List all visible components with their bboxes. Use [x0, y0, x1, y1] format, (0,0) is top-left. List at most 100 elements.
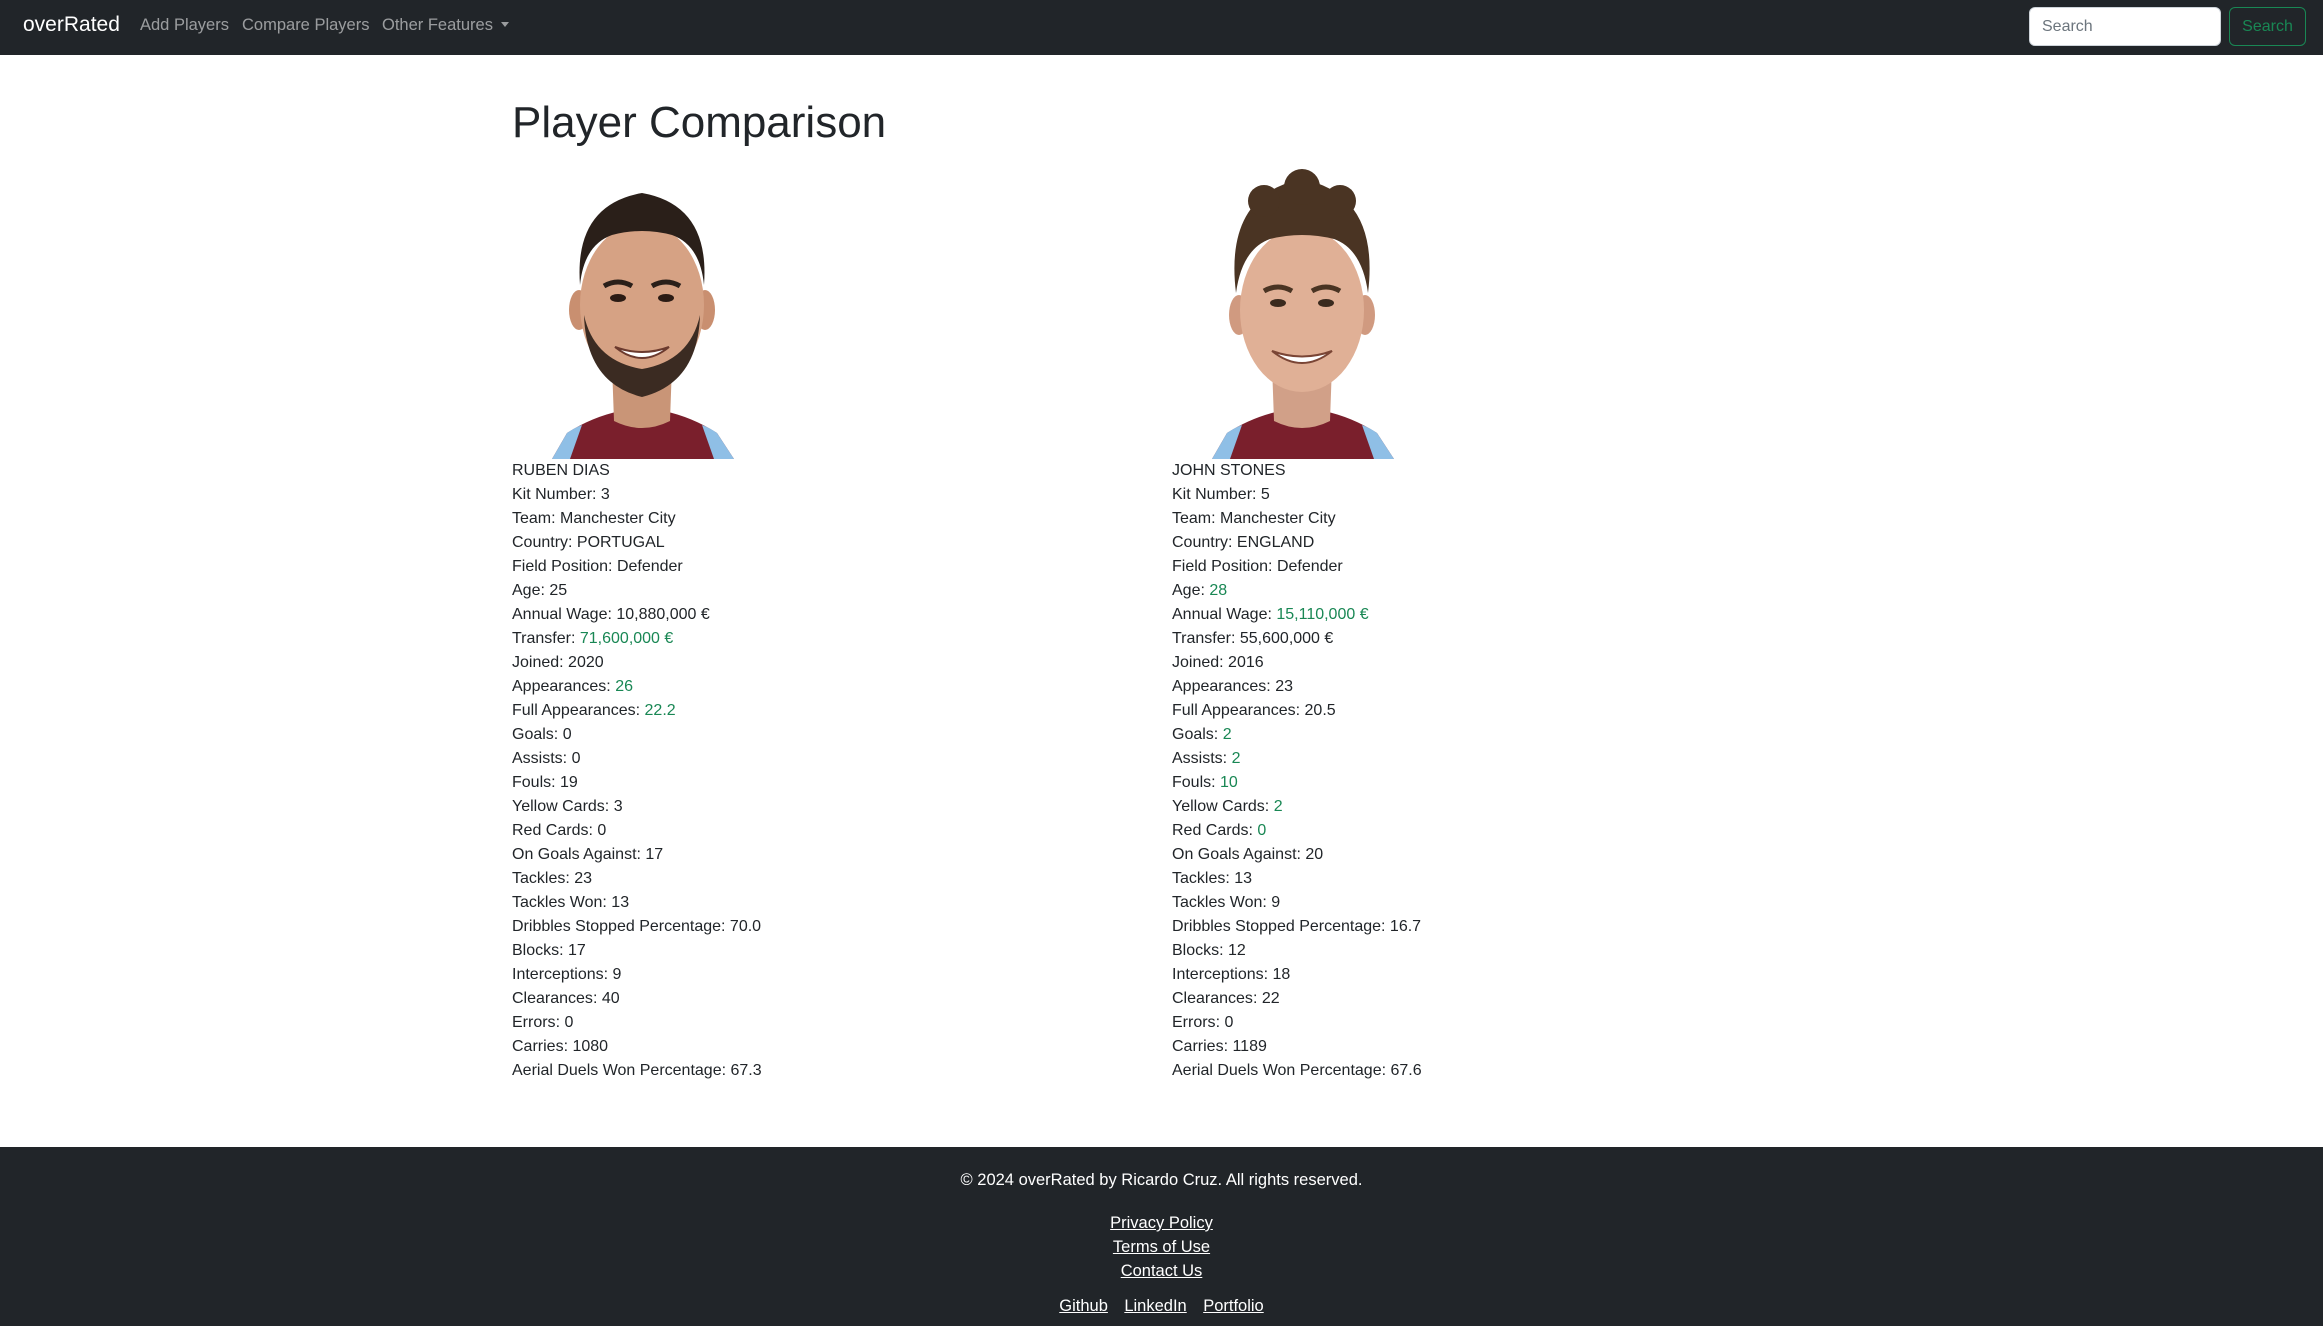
stat-value: 28 [1209, 582, 1228, 599]
stat-value: 3 [613, 798, 623, 815]
stat-row: Errors: 0 [512, 1014, 574, 1031]
stat-value: 26 [615, 678, 633, 695]
stat-label: Annual Wage [512, 606, 608, 623]
stat-label: Field Position [512, 558, 609, 575]
stat-value: 0 [597, 822, 607, 839]
stat-row: Field Position: Defender [512, 558, 683, 575]
stat-label: Age [512, 582, 541, 599]
nav-add-players[interactable]: Add Players [140, 16, 229, 35]
social-links: Github LinkedIn Portfolio [0, 1297, 2323, 1316]
footer: © 2024 overRated by Ricardo Cruz. All ri… [0, 1147, 2323, 1326]
stat-value: 23 [1275, 678, 1293, 695]
stat-value: 0 [1224, 1014, 1234, 1031]
copyright-text: © 2024 overRated by Ricardo Cruz. All ri… [960, 1171, 1363, 1189]
stat-label: Red Cards [1172, 822, 1249, 839]
stat-row: Age: 25 [512, 582, 568, 599]
stat-value: 1080 [572, 1038, 609, 1055]
stat-label: Clearances [512, 990, 593, 1007]
stat-label: Full Appearances [512, 702, 636, 719]
stat-row: Full Appearances: 22.2 [512, 702, 676, 719]
stat-row: Dribbles Stopped Percentage: 16.7 [1172, 918, 1422, 935]
stat-label: Transfer [512, 630, 571, 647]
stat-label: Interceptions [1172, 966, 1264, 983]
stat-row: Kit Number: 3 [512, 486, 610, 503]
stat-label: Tackles [512, 870, 566, 887]
stat-row: Appearances: 23 [1172, 678, 1293, 695]
stat-value: 0 [562, 726, 572, 743]
stat-label: Country [512, 534, 569, 551]
stat-row: Interceptions: 18 [1172, 966, 1291, 983]
contact-us-link[interactable]: Contact Us [0, 1259, 2323, 1283]
stat-value: Manchester City [1220, 510, 1336, 527]
stat-value: 25 [549, 582, 568, 599]
stat-label: Assists [1172, 750, 1223, 767]
stat-value: Defender [1276, 558, 1343, 575]
stat-label: Kit Number [512, 486, 593, 503]
stat-label: Fouls [1172, 774, 1212, 791]
stat-value: 2 [1222, 726, 1232, 743]
stat-label: Team [1172, 510, 1212, 527]
stat-row: Yellow Cards: 2 [1172, 798, 1283, 815]
nav-other-features-dropdown[interactable]: Other Features [382, 16, 509, 35]
stat-row: Country: PORTUGAL [512, 534, 665, 551]
stat-label: Yellow Cards [1172, 798, 1265, 815]
player-photo [552, 193, 734, 459]
stat-label: Age [1172, 582, 1201, 599]
stat-value: 67.3 [730, 1062, 762, 1079]
stat-value: 20.5 [1304, 702, 1336, 719]
stat-row: Kit Number: 5 [1172, 486, 1270, 503]
stat-value: 0 [1257, 822, 1267, 839]
stat-label: Kit Number [1172, 486, 1253, 503]
stat-row: Goals: 2 [1172, 726, 1232, 743]
stat-value: 9 [612, 966, 622, 983]
stat-value: 0 [564, 1014, 574, 1031]
stat-label: On Goals Against [1172, 846, 1297, 863]
brand-link[interactable]: overRated [23, 13, 120, 37]
privacy-policy-link[interactable]: Privacy Policy [0, 1211, 2323, 1235]
stat-value: 19 [560, 774, 578, 791]
stat-label: Fouls [512, 774, 552, 791]
search-input[interactable] [2029, 7, 2221, 46]
stat-value: 10 [1220, 774, 1238, 791]
stat-row: Field Position: Defender [1172, 558, 1343, 575]
stat-label: Country [1172, 534, 1229, 551]
stat-label: Dribbles Stopped Percentage [512, 918, 722, 935]
stat-label: Red Cards [512, 822, 589, 839]
portfolio-link[interactable]: Portfolio [1203, 1297, 1264, 1315]
stat-row: Clearances: 22 [1172, 990, 1280, 1007]
terms-of-use-link[interactable]: Terms of Use [0, 1235, 2323, 1259]
github-link[interactable]: Github [1059, 1297, 1108, 1315]
player-stats-list: Kit Number: 3 Team: Manchester City Countr… [512, 483, 1012, 1083]
stat-label: Joined [1172, 654, 1220, 671]
stat-label: Carries [512, 1038, 564, 1055]
stat-label: Tackles Won [512, 894, 603, 911]
stat-row: Full Appearances: 20.5 [1172, 702, 1336, 719]
stat-label: Team [512, 510, 552, 527]
stat-row: Tackles: 23 [512, 870, 593, 887]
stat-row: Goals: 0 [512, 726, 572, 743]
stat-label: Annual Wage [1172, 606, 1268, 623]
stat-row: Interceptions: 9 [512, 966, 622, 983]
stat-value: 5 [1260, 486, 1270, 503]
stat-label: Dribbles Stopped Percentage [1172, 918, 1382, 935]
stat-row: On Goals Against: 17 [512, 846, 664, 863]
stat-label: Errors [512, 1014, 556, 1031]
nav-compare-players[interactable]: Compare Players [242, 16, 369, 35]
stat-label: Blocks [1172, 942, 1220, 959]
stat-label: Errors [1172, 1014, 1216, 1031]
stat-row: Age: 28 [1172, 582, 1228, 599]
stat-value: 13 [1234, 870, 1253, 887]
stat-label: Appearances [1172, 678, 1267, 695]
stat-row: Red Cards: 0 [1172, 822, 1267, 839]
stat-value: 1189 [1232, 1038, 1267, 1055]
stat-label: Assists [512, 750, 563, 767]
stat-row: Joined: 2020 [512, 654, 604, 671]
stat-row: Blocks: 17 [512, 942, 586, 959]
stat-row: Dribbles Stopped Percentage: 70.0 [512, 918, 762, 935]
linkedin-link[interactable]: LinkedIn [1124, 1297, 1186, 1315]
search-button[interactable]: Search [2229, 7, 2306, 46]
stat-row: Assists: 0 [512, 750, 581, 767]
stat-label: Appearances [512, 678, 607, 695]
stat-value: 23 [574, 870, 593, 887]
stat-label: Aerial Duels Won Percentage [512, 1062, 722, 1079]
